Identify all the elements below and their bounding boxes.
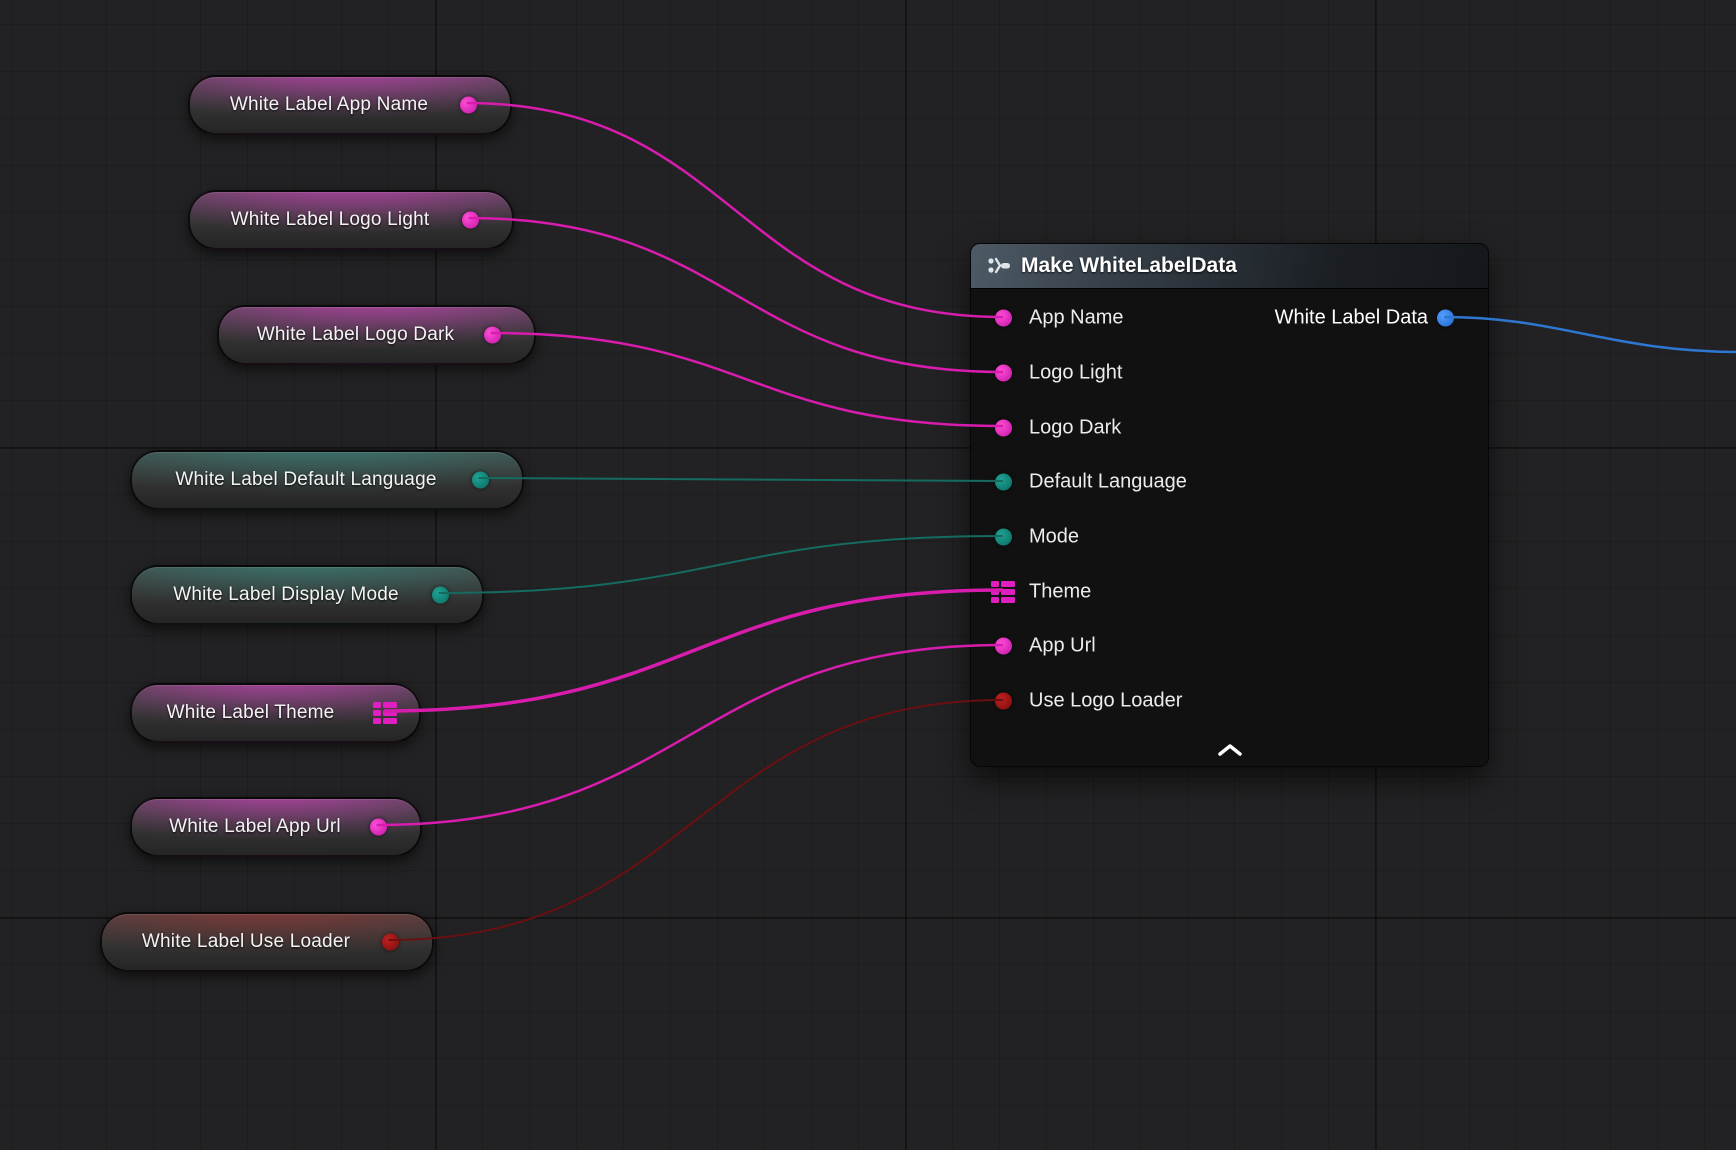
output-pin-display-mode[interactable]: [432, 587, 449, 604]
getter-node-app-url[interactable]: White Label App Url: [130, 797, 422, 857]
output-pin-white-label-data[interactable]: [1437, 310, 1454, 327]
input-pin-app-url[interactable]: [995, 638, 1012, 655]
getter-label: White Label App Url: [146, 799, 364, 855]
wire-app-name: [467, 103, 1004, 317]
input-pin-use-logo-loader[interactable]: [995, 693, 1012, 710]
output-pin-app-url[interactable]: [370, 819, 387, 836]
getter-node-default-language[interactable]: White Label Default Language: [130, 450, 524, 510]
pin-row-app-name: App Name White Label Data: [971, 291, 1488, 346]
output-pin-logo-light[interactable]: [462, 212, 479, 229]
getter-label: White Label Logo Dark: [233, 307, 478, 363]
getter-node-logo-dark[interactable]: White Label Logo Dark: [217, 305, 536, 365]
getter-label: White Label Default Language: [146, 452, 466, 508]
getter-node-use-loader[interactable]: White Label Use Loader: [100, 912, 434, 972]
pin-row-use-logo-loader: Use Logo Loader: [971, 674, 1488, 729]
pin-row-logo-dark: Logo Dark: [971, 400, 1488, 455]
pin-row-app-url: App Url: [971, 619, 1488, 674]
wire-app-url: [377, 645, 1004, 825]
make-whitelabeldata-node[interactable]: Make WhiteLabelData App Name White Label…: [970, 243, 1489, 767]
wire-logo-dark: [491, 333, 1004, 426]
getter-label: White Label Use Loader: [116, 914, 376, 970]
collapse-node-button[interactable]: [1208, 739, 1252, 761]
input-pin-label: Use Logo Loader: [1029, 690, 1182, 713]
wire-use-loader: [389, 700, 1004, 940]
pin-row-logo-light: Logo Light: [971, 346, 1488, 401]
output-pin-app-name[interactable]: [460, 97, 477, 114]
node-header[interactable]: Make WhiteLabelData: [971, 244, 1488, 289]
getter-label: White Label Theme: [146, 685, 355, 741]
getter-node-theme[interactable]: White Label Theme: [130, 683, 421, 743]
input-pin-label: Default Language: [1029, 471, 1187, 494]
output-pin-use-loader[interactable]: [382, 934, 399, 951]
wire-default-language: [479, 478, 1004, 481]
pin-row-default-language: Default Language: [971, 455, 1488, 510]
input-pin-label: Logo Dark: [1029, 416, 1121, 439]
getter-node-app-name[interactable]: White Label App Name: [188, 75, 512, 135]
input-pin-logo-dark[interactable]: [995, 419, 1012, 436]
struct-pin-icon[interactable]: [373, 702, 399, 724]
wire-display-mode: [439, 536, 1004, 593]
pin-row-theme: Theme: [971, 564, 1488, 619]
input-pin-app-name[interactable]: [995, 310, 1012, 327]
wire-logo-light: [469, 218, 1004, 372]
output-pin-logo-dark[interactable]: [484, 327, 501, 344]
input-pin-mode[interactable]: [995, 529, 1012, 546]
make-struct-icon: [987, 256, 1011, 276]
struct-pin-icon[interactable]: [991, 581, 1017, 603]
chevron-up-icon: [1217, 744, 1243, 756]
getter-node-logo-light[interactable]: White Label Logo Light: [188, 190, 514, 250]
input-pin-label: App Url: [1029, 635, 1096, 658]
input-pin-label: Mode: [1029, 526, 1079, 549]
getter-node-display-mode[interactable]: White Label Display Mode: [130, 565, 484, 625]
input-pin-default-language[interactable]: [995, 474, 1012, 491]
getter-label: White Label Display Mode: [146, 567, 426, 623]
blueprint-canvas[interactable]: White Label App Name White Label Logo Li…: [0, 0, 1736, 1150]
getter-label: White Label App Name: [204, 77, 454, 133]
output-pin-label: White Label Data: [1275, 307, 1428, 330]
input-pin-label: Theme: [1029, 580, 1091, 603]
output-pin-default-language[interactable]: [472, 472, 489, 489]
getter-label: White Label Logo Light: [204, 192, 456, 248]
input-pin-label: Logo Light: [1029, 362, 1122, 385]
input-pin-label: App Name: [1029, 307, 1124, 330]
node-title: Make WhiteLabelData: [1021, 254, 1237, 278]
pin-row-mode: Mode: [971, 510, 1488, 565]
input-pin-logo-light[interactable]: [995, 365, 1012, 382]
